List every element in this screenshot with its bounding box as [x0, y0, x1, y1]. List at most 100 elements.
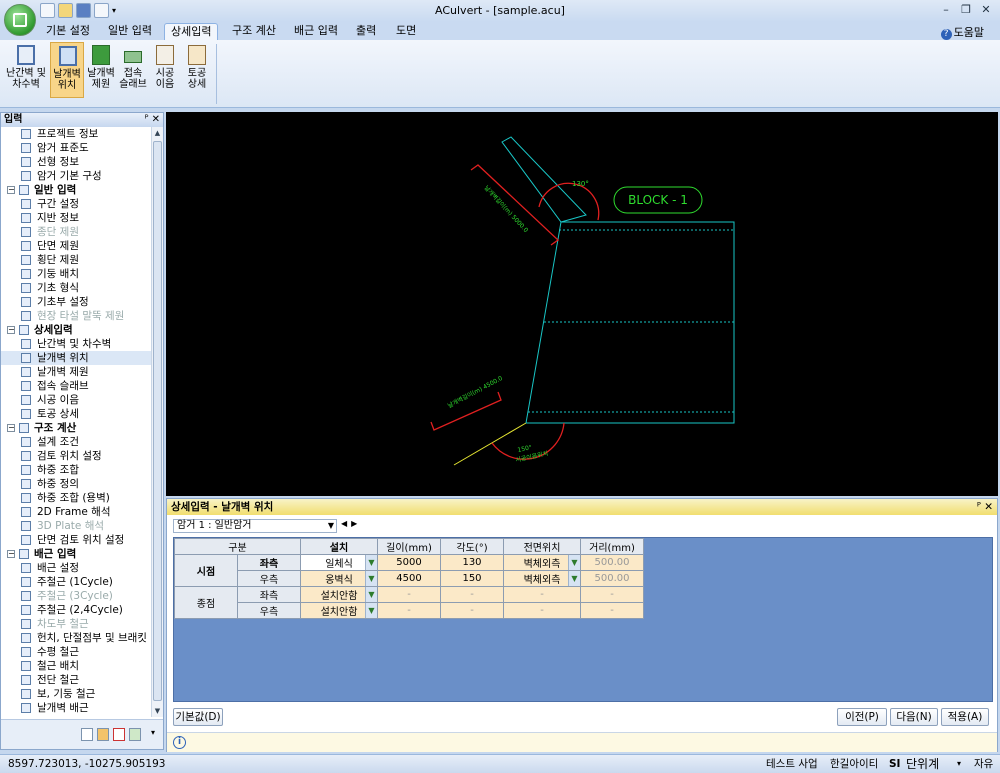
application-menu-button[interactable]	[4, 4, 36, 36]
apply-button[interactable]: 적용(A)	[941, 708, 989, 726]
tree-item[interactable]: 배근 설정	[1, 561, 151, 575]
construction-joint-button[interactable]: 시공 이음	[148, 42, 182, 98]
tree-item[interactable]: 단면 제원	[1, 239, 151, 253]
chevron-down-icon[interactable]: ▼	[365, 587, 377, 602]
default-button[interactable]: 기본값(D)	[173, 708, 223, 726]
tree-group[interactable]: − 일반 입력	[1, 183, 151, 197]
footer-dropdown-icon[interactable]: ▾	[151, 728, 155, 737]
tree-item[interactable]: 차도부 철근	[1, 617, 151, 631]
tree-item[interactable]: 2D Frame 해석	[1, 505, 151, 519]
collapse-icon[interactable]: −	[7, 424, 15, 432]
tree-item[interactable]: 현장 타설 말뚝 제원	[1, 309, 151, 323]
culvert-select[interactable]: 암거 1 : 일반암거 ▼	[173, 519, 337, 533]
tree-item[interactable]: 하중 조합 (용벽)	[1, 491, 151, 505]
tree-item[interactable]: 암거 표준도	[1, 141, 151, 155]
scroll-thumb[interactable]	[153, 141, 162, 701]
tree-item[interactable]: 선형 정보	[1, 155, 151, 169]
chevron-down-icon[interactable]: ▼	[365, 603, 377, 618]
length-cell[interactable]: 5000	[377, 554, 441, 571]
front-position-select[interactable]: 벽체외측 ▼	[503, 554, 581, 571]
distance-cell[interactable]: -	[580, 586, 644, 603]
length-cell[interactable]: -	[377, 602, 441, 619]
export-icon[interactable]	[129, 728, 141, 741]
tree-item[interactable]: 시공 이음	[1, 393, 151, 407]
drawing-canvas[interactable]: 130° 날개벽길이(m) 5000.0 날개벽길이(m) 4500.0 150…	[166, 112, 998, 496]
tab-output[interactable]: 출력	[350, 23, 382, 40]
tree-group[interactable]: − 배근 입력	[1, 547, 151, 561]
unit-dropdown-icon[interactable]: ▾	[957, 755, 961, 773]
tab-general-input[interactable]: 일반 입력	[102, 23, 158, 40]
wingwall-position-button[interactable]: 날개벽 위치	[50, 42, 84, 98]
distance-cell[interactable]: 500.00	[580, 570, 644, 587]
tree-item[interactable]: 기둥 배치	[1, 267, 151, 281]
help-button[interactable]: ? 도움말	[940, 24, 984, 40]
scroll-down-icon[interactable]: ▼	[152, 705, 163, 717]
tree-item[interactable]: 주철근 (3Cycle)	[1, 589, 151, 603]
angle-cell[interactable]: 130	[440, 554, 504, 571]
tree-item[interactable]: 보, 기둥 철근	[1, 687, 151, 701]
install-select[interactable]: 일체식 ▼	[300, 554, 378, 571]
tree-item[interactable]: 난간벽 및 차수벽	[1, 337, 151, 351]
tree-item[interactable]: 날개벽 제원	[1, 365, 151, 379]
tree-item[interactable]: 헌치, 단절점부 및 브래킷	[1, 631, 151, 645]
tree-item[interactable]: 날개벽 배근	[1, 701, 151, 715]
angle-cell[interactable]: 150	[440, 570, 504, 587]
tree-item[interactable]: 접속 슬래브	[1, 379, 151, 393]
angle-cell[interactable]: -	[440, 586, 504, 603]
tab-basic-settings[interactable]: 기본 설정	[40, 23, 96, 40]
pin-icon[interactable]: ᴾ	[977, 501, 981, 513]
scroll-up-icon[interactable]: ▲	[152, 127, 163, 139]
prev-culvert-icon[interactable]: ◀	[341, 519, 351, 528]
restore-icon[interactable]: ❐	[958, 3, 974, 17]
tree-group[interactable]: − 상세입력	[1, 323, 151, 337]
snap-mode[interactable]: 자유	[974, 755, 993, 773]
tree-item[interactable]: 구간 설정	[1, 197, 151, 211]
close-panel-icon[interactable]: ✕	[152, 114, 160, 125]
parapet-cutoff-button[interactable]: 난간벽 및 차수벽	[6, 42, 46, 98]
approach-slab-button[interactable]: 접속 슬래브	[116, 42, 150, 98]
length-cell[interactable]: -	[377, 586, 441, 603]
length-cell[interactable]: 4500	[377, 570, 441, 587]
front-position-cell[interactable]: -	[503, 586, 581, 603]
tree-item[interactable]: 토공 상세	[1, 407, 151, 421]
tree-item[interactable]: 전단 철근	[1, 673, 151, 687]
install-select[interactable]: 옹벽식 ▼	[300, 570, 378, 587]
collapse-icon[interactable]: −	[7, 326, 15, 334]
text-icon[interactable]	[113, 728, 125, 741]
tree-item[interactable]: 프로젝트 정보	[1, 127, 151, 141]
database-icon[interactable]	[97, 728, 109, 741]
unit-system-prefix[interactable]: SI	[889, 755, 900, 773]
tab-detail-input[interactable]: 상세입력	[164, 23, 219, 40]
front-position-cell[interactable]: -	[503, 602, 581, 619]
tree-item[interactable]: 횡단 제원	[1, 253, 151, 267]
tree-item[interactable]: 암거 기본 구성	[1, 169, 151, 183]
distance-cell[interactable]: 500.00	[580, 554, 644, 571]
chevron-down-icon[interactable]: ▼	[365, 571, 377, 586]
tree-item[interactable]: 주철근 (2,4Cycle)	[1, 603, 151, 617]
chevron-down-icon[interactable]: ▼	[568, 555, 580, 570]
next-culvert-icon[interactable]: ▶	[351, 519, 361, 528]
tree-item[interactable]: 3D Plate 해석	[1, 519, 151, 533]
layer-icon[interactable]	[81, 728, 93, 741]
chevron-down-icon[interactable]: ▼	[568, 571, 580, 586]
tree-scrollbar[interactable]: ▲ ▼	[151, 127, 163, 717]
tab-rebar-input[interactable]: 배근 입력	[288, 23, 344, 40]
distance-cell[interactable]: -	[580, 602, 644, 619]
chevron-down-icon[interactable]: ▼	[365, 555, 377, 570]
unit-system-label[interactable]: 단위계	[906, 755, 939, 773]
earthwork-detail-button[interactable]: 토공 상세	[180, 42, 214, 98]
tree-item[interactable]: 기초 형식	[1, 281, 151, 295]
angle-cell[interactable]: -	[440, 602, 504, 619]
tree-item[interactable]: 하중 조합	[1, 463, 151, 477]
tree-item[interactable]: 날개벽 위치	[1, 351, 151, 365]
front-position-select[interactable]: 벽체외측 ▼	[503, 570, 581, 587]
tree-item[interactable]: 수평 철근	[1, 645, 151, 659]
chevron-down-icon[interactable]: ▼	[328, 520, 334, 532]
tree-item[interactable]: 주철근 (1Cycle)	[1, 575, 151, 589]
tree-item[interactable]: 지반 정보	[1, 211, 151, 225]
tree-item[interactable]: 종단 제원	[1, 225, 151, 239]
install-select[interactable]: 설치안함 ▼	[300, 602, 378, 619]
pin-icon[interactable]: ᴾ	[145, 114, 149, 125]
next-button[interactable]: 다음(N)	[890, 708, 938, 726]
tree-item[interactable]: 단면 검토 위치 설정	[1, 533, 151, 547]
